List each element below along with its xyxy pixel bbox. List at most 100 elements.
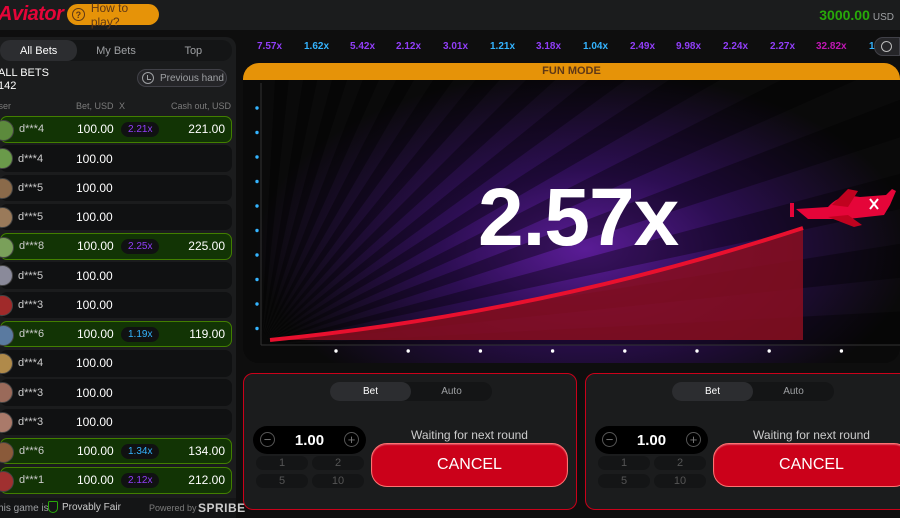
- waiting-status: Waiting for next round: [411, 428, 528, 442]
- avatar: [0, 353, 13, 374]
- cashout-multiplier: 2.12x: [121, 472, 160, 488]
- quick-amount-10[interactable]: 10: [312, 474, 364, 488]
- avatar: [0, 471, 14, 492]
- cashout-multiplier: 1.34x: [121, 443, 160, 459]
- waiting-status: Waiting for next round: [753, 428, 870, 442]
- bet-row: d***5 100.00: [0, 262, 232, 289]
- history-clock-icon: [142, 72, 154, 84]
- provably-fair-label: Provably Fair: [62, 501, 121, 513]
- game-canvas: FUN MODE 2.57x: [243, 63, 900, 363]
- spribe-logo: SPRIBE: [198, 501, 246, 515]
- bet-user: d***5: [18, 211, 44, 223]
- bet-user: d***5: [18, 181, 44, 194]
- auto-tab[interactable]: Auto: [753, 382, 834, 401]
- col-bet: Bet, USD: [76, 101, 114, 111]
- bet-row: d***8 100.00 2.25x 225.00: [0, 233, 232, 260]
- avatar: [0, 324, 14, 346]
- bet-row: d***1 100.00 2.12x 212.00: [0, 467, 232, 494]
- history-multiplier: 1: [869, 41, 875, 52]
- quick-amount-1[interactable]: 1: [256, 456, 308, 470]
- previous-hand-label: Previous hand: [160, 72, 224, 84]
- bets-tabs: All Bets My Bets Top: [0, 40, 232, 61]
- plus-icon[interactable]: +: [686, 432, 701, 447]
- bets-list: d***4 100.00 2.21x 221.00 d***4 100.00 d***5 10…: [0, 116, 232, 496]
- avatar: [0, 206, 13, 228]
- balance-currency: USD: [872, 12, 894, 23]
- avatar: [0, 265, 13, 287]
- top-header: Aviator ? How to play? 3000.00 USD: [0, 0, 900, 30]
- cashout-amount: 212.00: [188, 473, 225, 488]
- bet-user: d***8: [19, 240, 45, 253]
- bet-row: d***3 100.00: [0, 291, 232, 318]
- tab-all-bets[interactable]: All Bets: [0, 40, 78, 61]
- bet-amount: 100.00: [76, 180, 113, 195]
- bet-amount: 100.00: [77, 473, 114, 488]
- bet-user: d***1: [19, 474, 45, 487]
- history-clock-icon: [881, 41, 892, 52]
- history-multiplier: 32.82x: [816, 41, 847, 52]
- history-multiplier: 1.62x: [304, 41, 330, 52]
- bet-amount: 100.00: [76, 385, 113, 400]
- auto-tab[interactable]: Auto: [411, 382, 492, 401]
- provably-fair-link[interactable]: Provably Fair: [48, 501, 121, 513]
- cancel-button[interactable]: CANCEL: [713, 443, 900, 487]
- previous-hand-button[interactable]: Previous hand: [137, 69, 227, 87]
- question-icon: ?: [72, 8, 85, 21]
- history-multiplier: 9.98x: [676, 41, 702, 52]
- cashout-amount: 221.00: [188, 122, 225, 137]
- how-to-play-button[interactable]: ? How to play?: [67, 1, 159, 29]
- bet-user: d***6: [19, 328, 45, 340]
- bet-row: d***5 100.00: [0, 174, 232, 201]
- history-multiplier: 1.04x: [583, 41, 609, 52]
- all-bets-title: ALL BETS: [0, 67, 49, 79]
- bet-row: d***4 100.00 2.21x 221.00: [0, 116, 232, 143]
- multiplier-history: 7.57x 1.62x 5.42x 2.12x 3.01x 1.21x 3.18x 1.04x…: [243, 36, 900, 58]
- bet-user: d***5: [18, 269, 44, 282]
- how-to-play-label: How to play?: [90, 0, 129, 29]
- bet-tab[interactable]: Bet: [330, 382, 411, 401]
- quick-amount-2[interactable]: 2: [312, 456, 364, 470]
- tab-top[interactable]: Top: [155, 40, 232, 61]
- history-toggle-button[interactable]: [874, 37, 900, 56]
- bet-tab[interactable]: Bet: [672, 382, 753, 401]
- bet-amount: 100.00: [76, 151, 113, 166]
- bet-auto-toggle: Bet Auto: [330, 382, 492, 401]
- tab-my-bets[interactable]: My Bets: [77, 40, 154, 61]
- cancel-button[interactable]: CANCEL: [371, 443, 568, 487]
- cashout-amount: 134.00: [188, 444, 225, 458]
- avatar: [0, 237, 14, 258]
- bet-row: d***4 100.00: [0, 145, 232, 172]
- x-axis-dots: [334, 349, 844, 353]
- quick-amount-10[interactable]: 10: [654, 474, 706, 488]
- fun-mode-banner: FUN MODE: [243, 63, 900, 80]
- balance-amount: 3000.00: [819, 7, 870, 23]
- bet-amount: 100.00: [77, 327, 114, 341]
- bet-amount: 100.00: [76, 297, 113, 312]
- quick-amount-2[interactable]: 2: [654, 456, 706, 470]
- bet-amount: 100.00: [76, 268, 113, 283]
- col-user: User: [0, 101, 12, 111]
- bet-panel-1: Bet Auto − 1.00 + 1 2 5 10 Waiting for n…: [243, 373, 577, 510]
- quick-amount-5[interactable]: 5: [598, 474, 650, 488]
- bets-panel: All Bets My Bets Top ALL BETS 142 Previo…: [0, 37, 245, 518]
- bet-auto-toggle: Bet Auto: [672, 382, 834, 401]
- all-bets-count: 142: [0, 80, 17, 92]
- avatar: [0, 120, 14, 141]
- quick-amount-5[interactable]: 5: [256, 474, 308, 488]
- shield-icon: [48, 501, 58, 513]
- aviator-game-screen: Aviator ? How to play? 3000.00 USD All Be…: [0, 0, 900, 518]
- plus-icon[interactable]: +: [344, 432, 359, 447]
- all-bets-header: ALL BETS 142: [0, 67, 49, 93]
- bet-amount: 100.00: [76, 356, 113, 371]
- cashout-multiplier: 2.25x: [121, 238, 160, 254]
- quick-amount-1[interactable]: 1: [598, 456, 650, 470]
- bet-user: d***3: [18, 415, 44, 428]
- avatar: [0, 148, 13, 170]
- bet-row: d***3 100.00: [0, 379, 232, 406]
- bet-amount-stepper: − 1.00 +: [595, 426, 708, 454]
- aviator-logo: Aviator: [0, 3, 64, 25]
- bet-user: d***4: [19, 123, 45, 136]
- bet-row: d***6 100.00 1.19x 119.00: [0, 320, 232, 348]
- avatar: [0, 411, 13, 433]
- bet-user: d***4: [18, 357, 44, 370]
